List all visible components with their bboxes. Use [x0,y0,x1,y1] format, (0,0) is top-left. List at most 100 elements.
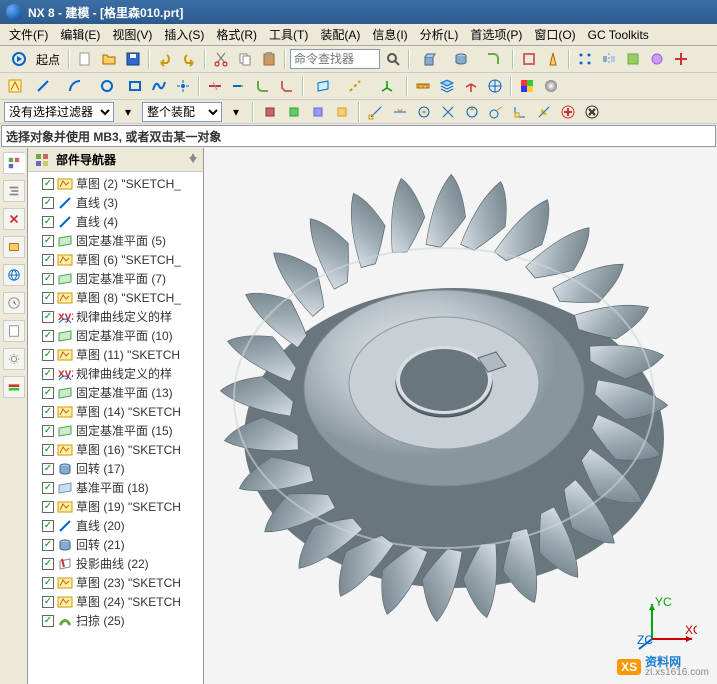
menu-assembly[interactable]: 装配(A) [315,24,365,45]
menu-gc[interactable]: GC Toolkits [583,26,654,44]
tree-item[interactable]: ✓直线 (4) [28,212,203,231]
open-button[interactable] [98,48,120,70]
extrude-button[interactable] [414,48,444,70]
tree-item[interactable]: ✓草图 (19) "SKETCH [28,497,203,516]
menu-tools[interactable]: 工具(T) [264,24,313,45]
snap-int-button[interactable] [438,102,458,122]
command-finder-input[interactable] [290,49,380,69]
command-finder-go[interactable] [382,48,404,70]
line-button[interactable] [28,75,58,97]
tree-checkbox[interactable]: ✓ [42,501,54,513]
menu-info[interactable]: 信息(I) [367,24,412,45]
tree-item[interactable]: ✓固定基准平面 (10) [28,326,203,345]
hole-button[interactable] [446,48,476,70]
tree-checkbox[interactable]: ✓ [42,292,54,304]
render-button[interactable] [540,75,562,97]
tree-checkbox[interactable]: ✓ [42,463,54,475]
draft-button[interactable] [542,48,564,70]
tree-item[interactable]: ✓基准平面 (18) [28,478,203,497]
roles-tab[interactable] [3,320,25,342]
wcs2-button[interactable] [484,75,506,97]
more2-button[interactable] [646,48,668,70]
tree-checkbox[interactable]: ✓ [42,197,54,209]
constraint-tab[interactable] [3,208,25,230]
color-button[interactable] [516,75,538,97]
pin-icon[interactable] [187,152,199,164]
snap3-button[interactable] [308,102,328,122]
shell-button[interactable] [518,48,540,70]
tree-item[interactable]: ✓xyz规律曲线定义的样 [28,364,203,383]
sketch-button[interactable] [4,75,26,97]
tree-item[interactable]: ✓草图 (16) "SKETCH [28,440,203,459]
menu-window[interactable]: 窗口(O) [529,24,580,45]
datum-csys-button[interactable] [372,75,402,97]
snap-mid-button[interactable] [390,102,410,122]
menu-prefs[interactable]: 首选项(P) [465,24,527,45]
snap1-button[interactable] [260,102,280,122]
history-tab[interactable] [3,292,25,314]
reuse-tab[interactable] [3,236,25,258]
tree-item[interactable]: ✓草图 (2) "SKETCH_ [28,174,203,193]
cut-button[interactable] [210,48,232,70]
tree-checkbox[interactable]: ✓ [42,273,54,285]
tree-checkbox[interactable]: ✓ [42,254,54,266]
snap-quad-button[interactable] [462,102,482,122]
tree-item[interactable]: ✓扫掠 (25) [28,611,203,630]
menu-file[interactable]: 文件(F) [4,24,53,45]
tree-item[interactable]: ✓直线 (3) [28,193,203,212]
start-button[interactable] [4,48,34,70]
snap-tan-button[interactable] [486,102,506,122]
snap-plus-button[interactable] [558,102,578,122]
circle-button[interactable] [92,75,122,97]
tree-checkbox[interactable]: ✓ [42,349,54,361]
tree-checkbox[interactable]: ✓ [42,520,54,532]
tree-checkbox[interactable]: ✓ [42,425,54,437]
filter-drop-button[interactable]: ▾ [118,102,138,122]
undo-button[interactable] [154,48,176,70]
tree-item[interactable]: ✓固定基准平面 (7) [28,269,203,288]
tree-checkbox[interactable]: ✓ [42,577,54,589]
snap-perp-button[interactable] [510,102,530,122]
tree-checkbox[interactable]: ✓ [42,368,54,380]
redo-button[interactable] [178,48,200,70]
tree-item[interactable]: ✓草图 (8) "SKETCH_ [28,288,203,307]
tree-item[interactable]: ✓草图 (24) "SKETCH [28,592,203,611]
paste-button[interactable] [258,48,280,70]
menu-insert[interactable]: 插入(S) [159,24,209,45]
tree-item[interactable]: ✓草图 (14) "SKETCH [28,402,203,421]
tree-checkbox[interactable]: ✓ [42,539,54,551]
system-tab[interactable] [3,348,25,370]
datum-plane-button[interactable] [308,75,338,97]
trim-button[interactable] [204,75,226,97]
feature-tree[interactable]: ✓草图 (2) "SKETCH_✓直线 (3)✓直线 (4)✓固定基准平面 (5… [28,172,203,684]
snap2-button[interactable] [284,102,304,122]
arc-button[interactable] [60,75,90,97]
tree-item[interactable]: ✓固定基准平面 (13) [28,383,203,402]
filter-drop2-button[interactable]: ▾ [226,102,246,122]
tree-checkbox[interactable]: ✓ [42,444,54,456]
snap-ctr-button[interactable] [414,102,434,122]
snap-x-button[interactable] [582,102,602,122]
pattern-button[interactable] [574,48,596,70]
tree-item[interactable]: ✓固定基准平面 (15) [28,421,203,440]
tree-item[interactable]: ✓回转 (17) [28,459,203,478]
tree-checkbox[interactable]: ✓ [42,311,54,323]
tree-checkbox[interactable]: ✓ [42,558,54,570]
snap-near-button[interactable] [534,102,554,122]
tree-item[interactable]: ✓草图 (11) "SKETCH [28,345,203,364]
rect-button[interactable] [124,75,146,97]
snap4-button[interactable] [332,102,352,122]
tree-checkbox[interactable]: ✓ [42,235,54,247]
layer-button[interactable] [436,75,458,97]
menu-edit[interactable]: 编辑(E) [55,24,105,45]
measure-button[interactable] [412,75,434,97]
web-tab[interactable] [3,264,25,286]
tree-item[interactable]: ✓草图 (23) "SKETCH [28,573,203,592]
wcs-button[interactable] [460,75,482,97]
menu-view[interactable]: 视图(V) [107,24,157,45]
extra-tab[interactable] [3,376,25,398]
assembly-navigator-tab[interactable] [3,180,25,202]
tree-item[interactable]: ✓投影曲线 (22) [28,554,203,573]
mirror-button[interactable] [598,48,620,70]
selection-filter-select[interactable]: 没有选择过滤器 [4,102,114,122]
